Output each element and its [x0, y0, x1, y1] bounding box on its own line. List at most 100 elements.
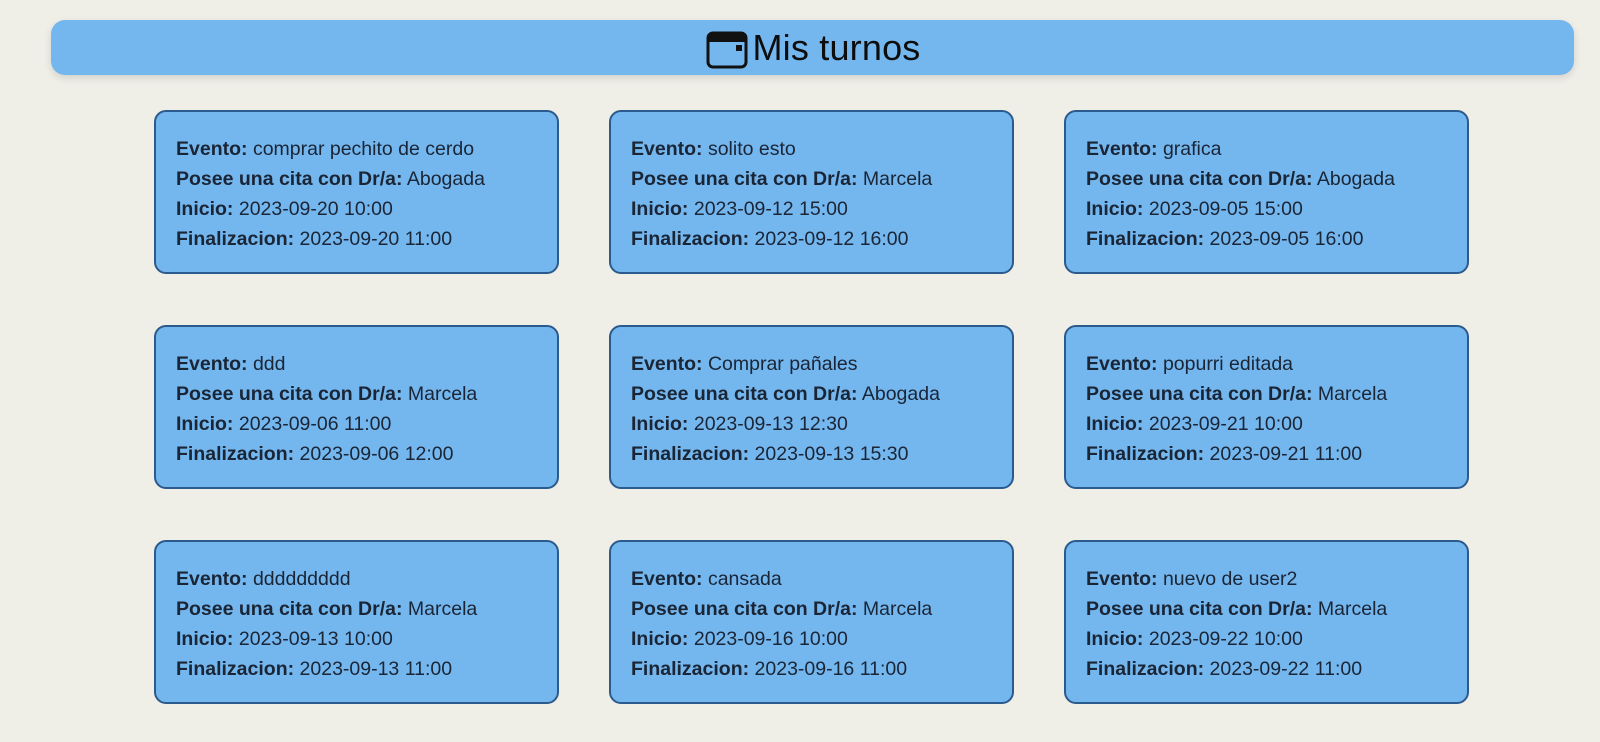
appointment-doctor: Posee una cita con Dr/a: Abogada	[1086, 164, 1447, 194]
appointment-doctor-value: Marcela	[1317, 383, 1388, 405]
appointment-card[interactable]: Evento: comprar pechito de cerdo Posee un…	[154, 110, 559, 274]
appointment-end-value: 2023-09-06 12:00	[299, 443, 454, 465]
appointment-doctor-label: Posee una cita con Dr/a:	[1086, 383, 1313, 405]
appointment-event-label: Evento:	[631, 353, 703, 375]
appointment-start-value: 2023-09-21 10:00	[1148, 413, 1303, 435]
appointment-doctor-value: Marcela	[862, 168, 933, 190]
appointment-start: Inicio: 2023-09-12 15:00	[631, 194, 992, 224]
appointment-event-value: cansada	[707, 568, 782, 590]
appointment-doctor-value: Marcela	[407, 383, 478, 405]
appointment-end: Finalizacion: 2023-09-13 15:30	[631, 439, 992, 469]
appointment-start-label: Inicio:	[176, 628, 234, 650]
appointment-doctor-label: Posee una cita con Dr/a:	[1086, 598, 1313, 620]
appointment-end-value: 2023-09-05 16:00	[1209, 228, 1364, 250]
appointment-card[interactable]: Evento: grafica Posee una cita con Dr/a: …	[1064, 110, 1469, 274]
appointment-event: Evento: comprar pechito de cerdo	[176, 134, 537, 164]
appointment-doctor-label: Posee una cita con Dr/a:	[176, 598, 403, 620]
appointment-event-label: Evento:	[176, 568, 248, 590]
appointment-end-label: Finalizacion:	[631, 658, 750, 680]
appointment-end-label: Finalizacion:	[176, 443, 295, 465]
appointment-event: Evento: solito esto	[631, 134, 992, 164]
appointment-event-value: ddddddddd	[252, 568, 351, 590]
appointment-doctor: Posee una cita con Dr/a: Abogada	[631, 379, 992, 409]
appointment-card[interactable]: Evento: ddd Posee una cita con Dr/a: Marc…	[154, 325, 559, 489]
appointment-event: Evento: cansada	[631, 564, 992, 594]
appointment-end-value: 2023-09-13 15:30	[754, 443, 909, 465]
appointment-start-value: 2023-09-16 10:00	[693, 628, 848, 650]
appointment-event: Evento: grafica	[1086, 134, 1447, 164]
appointment-event-label: Evento:	[1086, 353, 1158, 375]
appointment-end-label: Finalizacion:	[631, 443, 750, 465]
appointment-doctor: Posee una cita con Dr/a: Abogada	[176, 164, 537, 194]
appointment-doctor-value: Abogada	[406, 168, 485, 190]
appointment-start-value: 2023-09-20 10:00	[238, 198, 393, 220]
appointment-start-label: Inicio:	[1086, 628, 1144, 650]
appointment-event: Evento: popurri editada	[1086, 349, 1447, 379]
appointment-doctor: Posee una cita con Dr/a: Marcela	[176, 379, 537, 409]
appointment-start-value: 2023-09-12 15:00	[693, 198, 848, 220]
appointment-start: Inicio: 2023-09-13 12:30	[631, 409, 992, 439]
appointment-end-value: 2023-09-12 16:00	[754, 228, 909, 250]
appointment-end-label: Finalizacion:	[1086, 443, 1205, 465]
appointment-doctor: Posee una cita con Dr/a: Marcela	[1086, 594, 1447, 624]
appointment-start: Inicio: 2023-09-16 10:00	[631, 624, 992, 654]
appointment-end: Finalizacion: 2023-09-05 16:00	[1086, 224, 1447, 254]
appointment-doctor: Posee una cita con Dr/a: Marcela	[631, 164, 992, 194]
appointment-doctor-label: Posee una cita con Dr/a:	[631, 383, 858, 405]
appointment-end-label: Finalizacion:	[176, 658, 295, 680]
appointment-event-label: Evento:	[1086, 568, 1158, 590]
page-header: Mis turnos	[51, 20, 1574, 75]
appointment-start: Inicio: 2023-09-05 15:00	[1086, 194, 1447, 224]
appointment-event-label: Evento:	[631, 568, 703, 590]
appointment-card[interactable]: Evento: solito esto Posee una cita con Dr…	[609, 110, 1014, 274]
appointment-start-label: Inicio:	[631, 198, 689, 220]
appointment-end-label: Finalizacion:	[631, 228, 750, 250]
appointment-end: Finalizacion: 2023-09-21 11:00	[1086, 439, 1447, 469]
appointment-event-label: Evento:	[176, 353, 248, 375]
appointments-grid: Evento: comprar pechito de cerdo Posee un…	[154, 110, 1469, 704]
appointment-start-value: 2023-09-05 15:00	[1148, 198, 1303, 220]
appointment-end-label: Finalizacion:	[1086, 228, 1205, 250]
appointment-doctor-value: Marcela	[407, 598, 478, 620]
appointment-card[interactable]: Evento: cansada Posee una cita con Dr/a: …	[609, 540, 1014, 704]
appointment-card[interactable]: Evento: ddddddddd Posee una cita con Dr/a…	[154, 540, 559, 704]
appointment-event-value: grafica	[1162, 138, 1222, 160]
appointment-event-value: comprar pechito de cerdo	[252, 138, 475, 160]
appointment-end: Finalizacion: 2023-09-20 11:00	[176, 224, 537, 254]
appointment-start-label: Inicio:	[631, 628, 689, 650]
appointment-start: Inicio: 2023-09-20 10:00	[176, 194, 537, 224]
appointment-event-value: Comprar pañales	[707, 353, 858, 375]
appointment-card[interactable]: Evento: Comprar pañales Posee una cita co…	[609, 325, 1014, 489]
appointment-event: Evento: nuevo de user2	[1086, 564, 1447, 594]
calendar-icon	[704, 25, 750, 71]
appointment-event: Evento: ddd	[176, 349, 537, 379]
appointment-event: Evento: Comprar pañales	[631, 349, 992, 379]
appointment-doctor-label: Posee una cita con Dr/a:	[176, 383, 403, 405]
appointment-start-value: 2023-09-13 12:30	[693, 413, 848, 435]
appointment-doctor-label: Posee una cita con Dr/a:	[1086, 168, 1313, 190]
appointment-end-value: 2023-09-21 11:00	[1209, 443, 1363, 465]
appointment-event-value: ddd	[252, 353, 286, 375]
appointment-event: Evento: ddddddddd	[176, 564, 537, 594]
page-title: Mis turnos	[752, 26, 921, 68]
appointment-doctor: Posee una cita con Dr/a: Marcela	[176, 594, 537, 624]
appointment-start-value: 2023-09-06 11:00	[238, 413, 392, 435]
appointment-event-label: Evento:	[631, 138, 703, 160]
appointment-start: Inicio: 2023-09-06 11:00	[176, 409, 537, 439]
appointment-event-label: Evento:	[1086, 138, 1158, 160]
appointment-start-label: Inicio:	[176, 198, 234, 220]
appointment-event-value: solito esto	[707, 138, 796, 160]
appointment-card[interactable]: Evento: nuevo de user2 Posee una cita con…	[1064, 540, 1469, 704]
appointment-start: Inicio: 2023-09-13 10:00	[176, 624, 537, 654]
appointment-start-value: 2023-09-22 10:00	[1148, 628, 1303, 650]
appointment-start-value: 2023-09-13 10:00	[238, 628, 393, 650]
appointment-event-label: Evento:	[176, 138, 248, 160]
appointment-doctor-value: Marcela	[862, 598, 933, 620]
appointment-card[interactable]: Evento: popurri editada Posee una cita co…	[1064, 325, 1469, 489]
appointment-doctor: Posee una cita con Dr/a: Marcela	[631, 594, 992, 624]
appointment-start-label: Inicio:	[631, 413, 689, 435]
appointment-doctor-value: Abogada	[1316, 168, 1395, 190]
appointment-end: Finalizacion: 2023-09-22 11:00	[1086, 654, 1447, 684]
appointment-end: Finalizacion: 2023-09-16 11:00	[631, 654, 992, 684]
appointment-event-value: popurri editada	[1162, 353, 1294, 375]
